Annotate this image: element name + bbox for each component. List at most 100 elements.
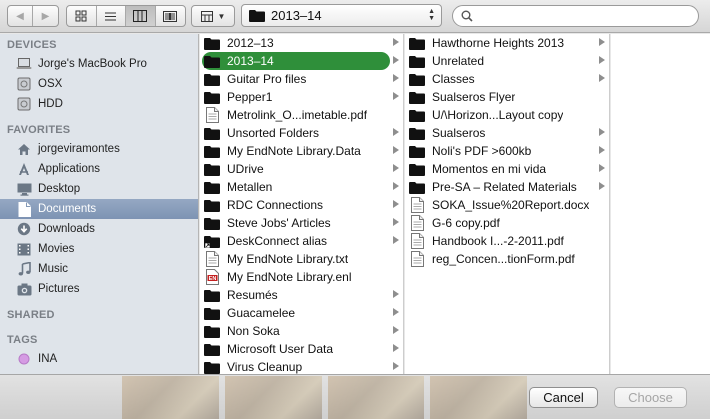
item-name: G-6 copy.pdf (432, 216, 500, 230)
folder-row[interactable]: 2013–14 (200, 52, 403, 70)
folder-icon (409, 179, 425, 195)
sidebar-item-pictures[interactable]: Pictures (0, 279, 198, 299)
document-icon (204, 251, 220, 267)
item-name: Noli's PDF >600kb (432, 144, 532, 158)
disclosure-arrow-icon (393, 38, 399, 46)
disclosure-arrow-icon (393, 290, 399, 298)
svg-text:EN: EN (208, 276, 216, 282)
item-name: Sualseros (432, 126, 486, 140)
folder-row[interactable]: Sualseros Flyer (405, 88, 609, 106)
sidebar-item-jorge-s-macbook-pro[interactable]: Jorge's MacBook Pro (0, 54, 198, 74)
sidebar-section-title: FAVORITES (7, 124, 71, 136)
arrange-grid-icon (200, 10, 213, 22)
item-name: Handbook I...-2-2011.pdf (432, 234, 564, 248)
sidebar-item-movies[interactable]: Movies (0, 239, 198, 259)
sidebar-item-hdd[interactable]: HDD (0, 94, 198, 114)
sidebar-item-osx[interactable]: OSX (0, 74, 198, 94)
folder-icon (204, 125, 220, 141)
item-name: Metallen (227, 180, 273, 194)
item-name: Pre-SA – Related Materials (432, 180, 577, 194)
folder-row[interactable]: RDC Connections (200, 196, 403, 214)
folder-row[interactable]: Pre-SA – Related Materials (405, 178, 609, 196)
home-icon (16, 141, 32, 157)
forward-button[interactable]: ▶ (33, 6, 58, 26)
file-row[interactable]: Metrolink_O...imetable.pdf (200, 106, 403, 124)
columns-icon (133, 10, 148, 22)
disclosure-arrow-icon (599, 164, 605, 172)
disclosure-arrow-icon (393, 344, 399, 352)
choose-button[interactable]: Choose (614, 387, 687, 408)
folder-row[interactable]: Unsorted Folders (200, 124, 403, 142)
browser-column-1[interactable]: 2012–13 2013–14 Guitar Pro files Pepper1 Met… (200, 34, 404, 374)
sidebar-item-jorgeviramontes[interactable]: jorgeviramontes (0, 139, 198, 159)
list-view-button[interactable] (97, 6, 126, 26)
item-name: My EndNote Library.Data (227, 144, 361, 158)
path-popup[interactable]: 2013–14 ▲ ▼ (241, 4, 442, 27)
folder-row[interactable]: DeskConnect alias (200, 232, 403, 250)
folder-row[interactable]: Resumés (200, 286, 403, 304)
folder-row[interactable]: 2012–13 (200, 34, 403, 52)
browser-column-2[interactable]: Hawthorne Heights 2013 Unrelated Classes Su… (405, 34, 610, 374)
folder-row[interactable]: Guitar Pro files (200, 70, 403, 88)
desktop-icon (16, 181, 32, 197)
sidebar-item-music[interactable]: Music (0, 259, 198, 279)
folder-row[interactable]: Momentos en mi vida (405, 160, 609, 178)
sidebar-item-ina[interactable]: INA (0, 349, 198, 369)
folder-icon (204, 71, 220, 87)
folder-row[interactable]: Sualseros (405, 124, 609, 142)
disclosure-arrow-icon (599, 146, 605, 154)
folder-row[interactable]: Non Soka (200, 322, 403, 340)
cancel-button[interactable]: Cancel (529, 387, 598, 408)
sidebar-item-applications[interactable]: Applications (0, 159, 198, 179)
folder-icon (409, 89, 425, 105)
browser-column-3[interactable] (611, 34, 710, 374)
sidebar-item-downloads[interactable]: Downloads (0, 219, 198, 239)
search-input[interactable] (478, 9, 678, 23)
file-row[interactable]: reg_Concen...tionForm.pdf (405, 250, 609, 268)
toolbar: ◀ ▶ ▼ 2013–14 ▲ ▼ (0, 0, 710, 33)
item-name: Metrolink_O...imetable.pdf (227, 108, 368, 122)
disclosure-arrow-icon (599, 182, 605, 190)
folder-row[interactable]: Metallen (200, 178, 403, 196)
search-field[interactable] (452, 5, 699, 27)
hard-drive-icon (16, 76, 32, 92)
sidebar-item-documents[interactable]: Documents (0, 199, 198, 219)
file-row[interactable]: G-6 copy.pdf (405, 214, 609, 232)
sidebar-section-title: TAGS (7, 334, 38, 346)
column-view-button[interactable] (126, 6, 156, 26)
file-row[interactable]: Handbook I...-2-2011.pdf (405, 232, 609, 250)
folder-row[interactable]: Unrelated (405, 52, 609, 70)
folder-row[interactable]: U/\Horizon...Layout copy (405, 106, 609, 124)
file-row[interactable]: My EndNote Library.txt (200, 250, 403, 268)
folder-row[interactable]: Microsoft User Data (200, 340, 403, 358)
folder-row[interactable]: My EndNote Library.Data (200, 142, 403, 160)
back-button[interactable]: ◀ (8, 6, 34, 26)
folder-row[interactable]: Noli's PDF >600kb (405, 142, 609, 160)
item-name: DeskConnect alias (227, 234, 328, 248)
sidebar: DEVICES Jorge's MacBook Pro OSX HDD FAVORITE… (0, 34, 199, 374)
folder-row[interactable]: Hawthorne Heights 2013 (405, 34, 609, 52)
cover-flow-button[interactable] (156, 6, 185, 26)
disclosure-arrow-icon (393, 218, 399, 226)
folder-icon (204, 89, 220, 105)
folder-row[interactable]: UDrive (200, 160, 403, 178)
thumbnail (430, 376, 527, 419)
folder-icon (204, 287, 220, 303)
folder-icon (204, 359, 220, 374)
folder-row[interactable]: Steve Jobs' Articles (200, 214, 403, 232)
disclosure-arrow-icon (599, 56, 605, 64)
file-row[interactable]: SOKA_Issue%20Report.docx (405, 196, 609, 214)
triangle-down-icon: ▼ (217, 11, 226, 21)
folder-icon (409, 125, 425, 141)
folder-row[interactable]: Virus Cleanup (200, 358, 403, 374)
sidebar-item-desktop[interactable]: Desktop (0, 179, 198, 199)
icon-view-button[interactable] (67, 6, 97, 26)
folder-row[interactable]: Guacamelee (200, 304, 403, 322)
disclosure-arrow-icon (393, 128, 399, 136)
folder-row[interactable]: Classes (405, 70, 609, 88)
item-name: My EndNote Library.enl (227, 270, 352, 284)
arrange-menu-button[interactable]: ▼ (191, 5, 235, 27)
disclosure-arrow-icon (393, 146, 399, 154)
folder-row[interactable]: Pepper1 (200, 88, 403, 106)
file-row[interactable]: EN My EndNote Library.enl (200, 268, 403, 286)
